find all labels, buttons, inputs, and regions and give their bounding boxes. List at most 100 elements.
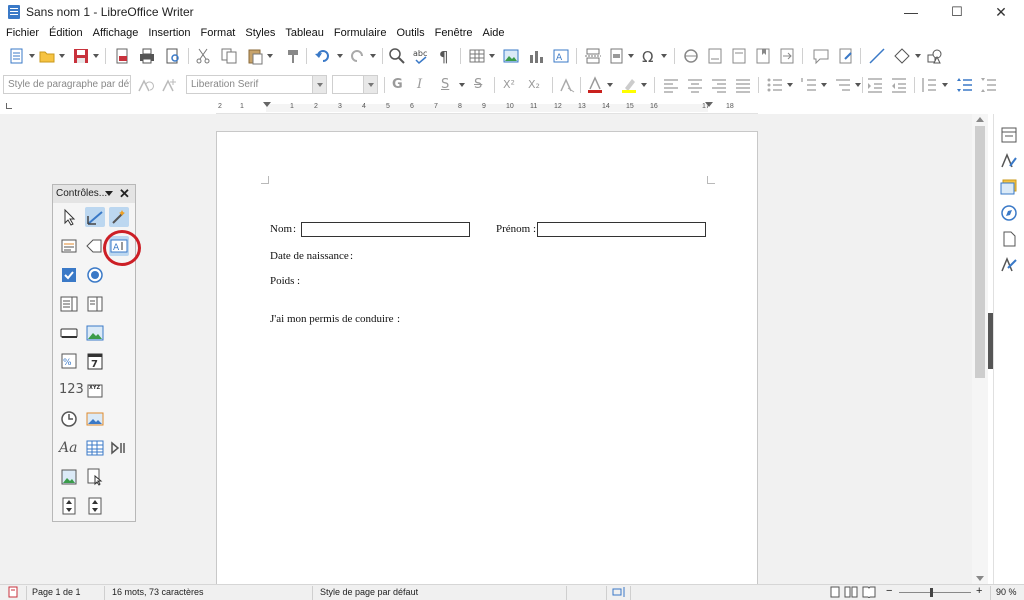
spellcheck-icon[interactable]: abc: [412, 47, 430, 65]
insert-bookmark-icon[interactable]: [754, 47, 772, 65]
bullets-icon[interactable]: [766, 76, 784, 94]
design-mode-icon[interactable]: [85, 207, 105, 227]
basic-shapes-icon[interactable]: [893, 47, 911, 65]
file-selection-icon[interactable]: [59, 467, 79, 487]
scroll-up-icon[interactable]: [976, 117, 984, 122]
insert-endnote-icon[interactable]: [730, 47, 748, 65]
document-page[interactable]: Nom : Prénom : Date de naissance : Poids…: [216, 131, 758, 584]
scroll-down-icon[interactable]: [976, 576, 984, 581]
export-pdf-icon[interactable]: [113, 47, 131, 65]
zoom-out-button[interactable]: −: [886, 585, 892, 597]
align-center-icon[interactable]: [686, 76, 704, 94]
close-button[interactable]: ✕: [978, 0, 1024, 24]
pattern-field-icon[interactable]: XYZ: [85, 380, 105, 400]
option-button-icon[interactable]: [85, 265, 105, 285]
font-size-dropdown-icon[interactable]: [363, 76, 377, 93]
scrollbar-thumb[interactable]: [975, 126, 985, 378]
single-page-view-icon[interactable]: [830, 586, 840, 600]
draw-functions-icon[interactable]: [926, 47, 944, 65]
justify-icon[interactable]: [734, 76, 752, 94]
zoom-in-button[interactable]: +: [976, 585, 982, 597]
track-changes-icon[interactable]: [837, 47, 855, 65]
font-color-icon[interactable]: [586, 76, 604, 94]
checkbox-control-icon[interactable]: [59, 265, 79, 285]
align-left-icon[interactable]: [662, 76, 680, 94]
table-control-icon[interactable]: [85, 438, 105, 458]
clear-formatting-icon[interactable]: [558, 76, 576, 94]
superscript-button[interactable]: X²: [503, 78, 515, 91]
increase-paragraph-spacing-icon[interactable]: [956, 76, 974, 94]
styles-icon[interactable]: [1000, 152, 1018, 170]
book-view-icon[interactable]: [862, 586, 876, 600]
word-count[interactable]: 16 mots, 73 caractères: [112, 587, 204, 597]
minimize-button[interactable]: —: [888, 0, 934, 24]
menu-format[interactable]: Format: [201, 27, 236, 39]
increase-indent-icon[interactable]: [866, 76, 884, 94]
list-box-icon[interactable]: [59, 294, 79, 314]
zoom-slider[interactable]: [899, 592, 971, 593]
spin-control-icon[interactable]: [85, 496, 105, 516]
find-replace-icon[interactable]: [388, 47, 406, 65]
page-style[interactable]: Style de page par défaut: [320, 587, 418, 597]
strikethrough-button[interactable]: S: [474, 77, 482, 92]
select-pointer-icon[interactable]: [59, 207, 79, 227]
navigation-bar-icon[interactable]: [109, 438, 129, 458]
line-spacing-icon[interactable]: [920, 76, 938, 94]
new-style-icon[interactable]: [160, 76, 178, 94]
style-inspector-icon[interactable]: [1000, 256, 1018, 274]
image-control-icon[interactable]: [85, 409, 105, 429]
italic-button[interactable]: I: [417, 77, 422, 92]
insert-mode-icon[interactable]: [612, 586, 626, 600]
push-button-icon[interactable]: [59, 323, 79, 343]
insert-hyperlink-icon[interactable]: [682, 47, 700, 65]
paragraph-style-combo[interactable]: Style de paragraphe par défa: [3, 75, 131, 94]
insert-textbox-icon[interactable]: A: [552, 47, 570, 65]
menu-edition[interactable]: Édition: [49, 27, 83, 39]
decrease-paragraph-spacing-icon[interactable]: [980, 76, 998, 94]
multi-page-view-icon[interactable]: [844, 586, 858, 600]
zoom-slider-knob[interactable]: [930, 588, 933, 597]
control-wizards-icon[interactable]: [109, 207, 129, 227]
insert-line-icon[interactable]: [868, 47, 886, 65]
update-style-icon[interactable]: [136, 76, 154, 94]
controls-menu-dropdown-icon[interactable]: [105, 191, 113, 196]
controls-toolbar-header[interactable]: Contrôles... ✕: [53, 185, 135, 203]
document-area[interactable]: Nom : Prénom : Date de naissance : Poids…: [0, 114, 972, 584]
formatted-field-icon[interactable]: %: [59, 351, 79, 371]
maximize-button[interactable]: ☐: [934, 0, 980, 24]
tab-stop-selector[interactable]: [6, 103, 12, 109]
cut-icon[interactable]: [194, 47, 212, 65]
date-field-icon[interactable]: 7: [85, 351, 105, 371]
font-size-combo[interactable]: [332, 75, 378, 94]
menu-affichage[interactable]: Affichage: [93, 27, 139, 39]
prenom-text-field[interactable]: [537, 222, 706, 237]
menu-fenetre[interactable]: Fenêtre: [435, 27, 473, 39]
label-field-icon[interactable]: [83, 236, 103, 256]
clone-formatting-icon[interactable]: [284, 47, 302, 65]
numeric-field-icon[interactable]: 123: [59, 380, 84, 400]
open-folder-icon[interactable]: [38, 47, 56, 65]
save-icon[interactable]: [72, 47, 90, 65]
font-name-combo[interactable]: Liberation Serif: [186, 75, 327, 94]
page-count[interactable]: Page 1 de 1: [32, 587, 81, 597]
zoom-level[interactable]: 90 %: [996, 587, 1017, 597]
insert-chart-icon[interactable]: [527, 47, 545, 65]
new-document-icon[interactable]: [8, 47, 26, 65]
image-button-icon[interactable]: [85, 323, 105, 343]
font-name-dropdown-icon[interactable]: [312, 76, 326, 93]
undo-icon[interactable]: [314, 47, 332, 65]
redo-icon[interactable]: [348, 47, 366, 65]
formatting-marks-icon[interactable]: ¶: [436, 47, 454, 66]
insert-cross-reference-icon[interactable]: [778, 47, 796, 65]
underline-button[interactable]: S: [441, 77, 449, 92]
highlight-color-icon[interactable]: [620, 76, 638, 94]
special-character-icon[interactable]: Ω: [640, 47, 658, 66]
insert-image-icon[interactable]: [502, 47, 520, 65]
align-right-icon[interactable]: [710, 76, 728, 94]
numbering-icon[interactable]: [800, 76, 818, 94]
outline-icon[interactable]: [834, 76, 852, 94]
menu-fichier[interactable]: Fichier: [6, 27, 39, 39]
horizontal-ruler[interactable]: 1 2 1 2 3 4 5 6 7 8 9 10 11 12 13 14 15 …: [216, 102, 758, 114]
scrollbar-control-icon[interactable]: [85, 467, 105, 487]
menu-outils[interactable]: Outils: [396, 27, 424, 39]
